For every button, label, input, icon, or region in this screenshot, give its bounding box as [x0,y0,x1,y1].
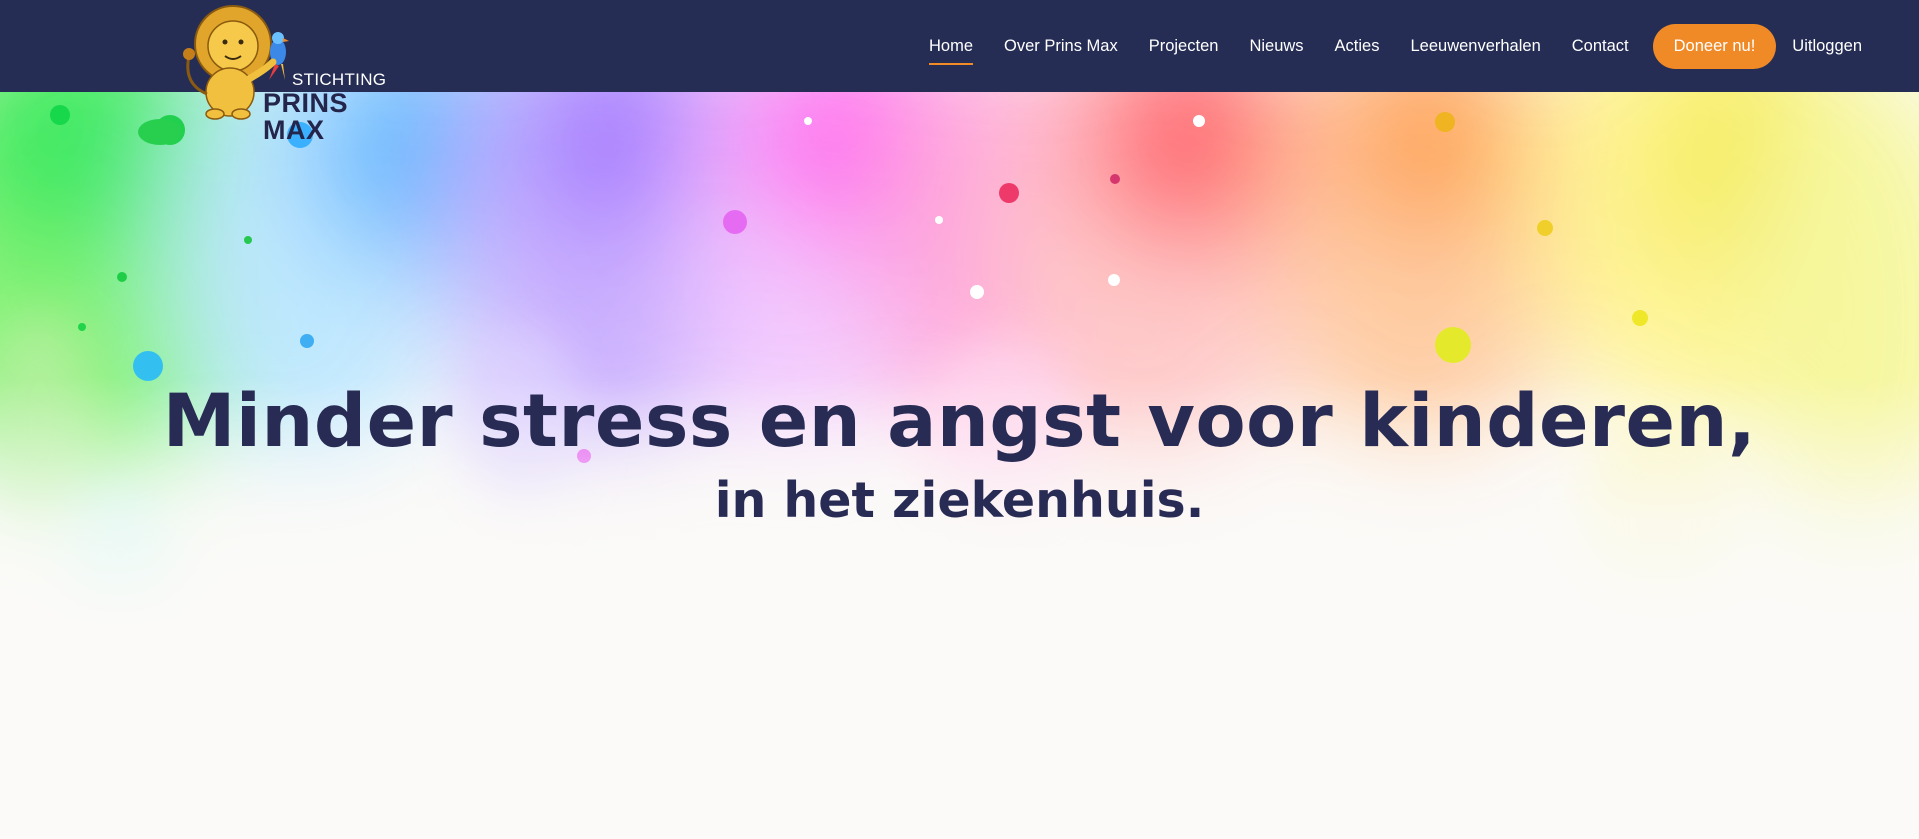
donate-button[interactable]: Doneer nu! [1652,23,1777,69]
logo-text-prins-max: PRINS MAX [263,88,349,145]
hero-subtitle: in het ziekenhuis. [714,472,1205,529]
nav-item-acties[interactable]: Acties [1335,37,1380,56]
nav-item-nieuws[interactable]: Nieuws [1249,37,1303,56]
nav-item-home[interactable]: Home [929,37,974,65]
logout-link[interactable]: Uitloggen [1792,37,1862,56]
nav-item-projecten[interactable]: Projecten [1149,37,1219,56]
logo-text-stichting: STICHTING [292,70,387,89]
nav-item-contact[interactable]: Contact [1572,37,1629,56]
stichting-prins-max-logo[interactable]: STICHTING PRINS MAX [175,4,387,144]
main-menu: Home Over Prins Max Projecten Nieuws Act… [898,0,1862,92]
nav-item-leeuwenverhalen[interactable]: Leeuwenverhalen [1410,37,1540,56]
hero-title: Minder stress en angst voor kinderen, [162,379,1757,464]
nav-item-over-prins-max[interactable]: Over Prins Max [1004,37,1118,56]
